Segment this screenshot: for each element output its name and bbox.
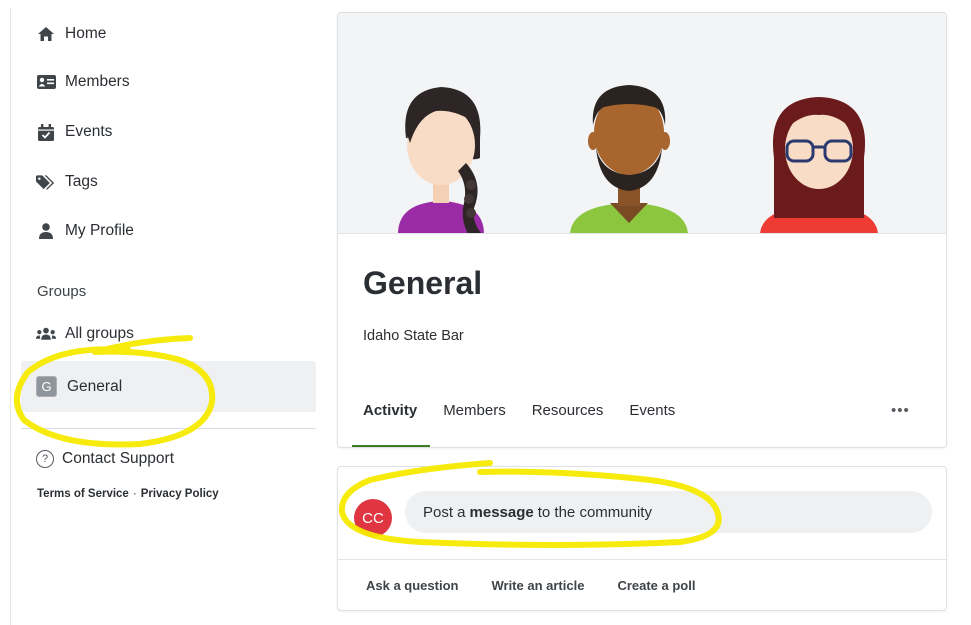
sidebar-item-label: Events — [65, 123, 113, 140]
id-card-icon — [36, 72, 56, 92]
avatar[interactable]: CC — [354, 499, 392, 537]
user-icon — [36, 221, 56, 241]
sidebar-border — [10, 8, 11, 625]
sidebar-item-label: General — [67, 377, 123, 395]
sidebar: Home Members Events Tags My Profile Grou… — [10, 8, 320, 625]
sidebar-item-home[interactable]: Home — [36, 22, 106, 46]
active-tab-indicator — [352, 445, 430, 447]
calendar-check-icon — [36, 122, 56, 142]
group-subtitle: Idaho State Bar — [363, 328, 464, 344]
tab-resources[interactable]: Resources — [532, 402, 604, 419]
tab-members[interactable]: Members — [443, 402, 506, 419]
group-header-card: General Idaho State Bar Activity Members… — [337, 12, 947, 448]
person-illustration-3 — [760, 97, 878, 233]
sidebar-item-label: Tags — [65, 173, 98, 190]
composer-actions: Ask a question Write an article Create a… — [366, 578, 728, 593]
tab-events[interactable]: Events — [629, 402, 675, 419]
tab-activity[interactable]: Activity — [363, 402, 417, 419]
person-illustration-2 — [570, 85, 688, 233]
write-article-button[interactable]: Write an article — [491, 578, 584, 593]
home-icon — [36, 24, 56, 44]
tags-icon — [36, 172, 56, 192]
prompt-text-after: to the community — [537, 503, 652, 521]
group-title: General — [363, 265, 483, 301]
sidebar-item-events[interactable]: Events — [36, 120, 112, 144]
post-message-input[interactable]: Post a message to the community — [405, 491, 932, 533]
prompt-text-before: Post a — [423, 503, 466, 521]
prompt-text-bold: message — [469, 503, 534, 521]
sidebar-item-members[interactable]: Members — [36, 70, 130, 94]
sidebar-item-my-profile[interactable]: My Profile — [36, 219, 134, 243]
legal-links: Terms of Service · Privacy Policy — [37, 488, 219, 500]
contact-support-link[interactable]: ? Contact Support — [36, 450, 174, 468]
groups-section-label: Groups — [37, 283, 87, 300]
group-tabs: Activity Members Resources Events — [363, 402, 701, 419]
sidebar-item-label: My Profile — [65, 222, 134, 239]
sidebar-item-label: All groups — [65, 325, 134, 342]
terms-of-service-link[interactable]: Terms of Service — [37, 488, 129, 500]
sidebar-item-tags[interactable]: Tags — [36, 170, 98, 194]
contact-support-label: Contact Support — [62, 450, 175, 467]
post-composer-card: CC Post a message to the community Ask a… — [337, 466, 947, 611]
composer-divider — [338, 559, 946, 560]
sidebar-item-label: Home — [65, 25, 107, 42]
separator-dot: · — [132, 488, 137, 500]
create-poll-button[interactable]: Create a poll — [617, 578, 695, 593]
sidebar-item-label: Members — [65, 73, 130, 90]
group-banner-image — [338, 13, 946, 234]
privacy-policy-link[interactable]: Privacy Policy — [141, 488, 219, 500]
users-icon — [36, 324, 56, 344]
sidebar-item-general[interactable]: G General — [21, 361, 316, 412]
ask-question-button[interactable]: Ask a question — [366, 578, 458, 593]
more-options-button[interactable]: ••• — [891, 402, 910, 419]
sidebar-divider — [21, 428, 316, 429]
question-circle-icon: ? — [36, 450, 54, 468]
group-letter-badge: G — [36, 376, 57, 397]
sidebar-item-all-groups[interactable]: All groups — [36, 322, 134, 346]
person-illustration-1 — [398, 87, 484, 233]
